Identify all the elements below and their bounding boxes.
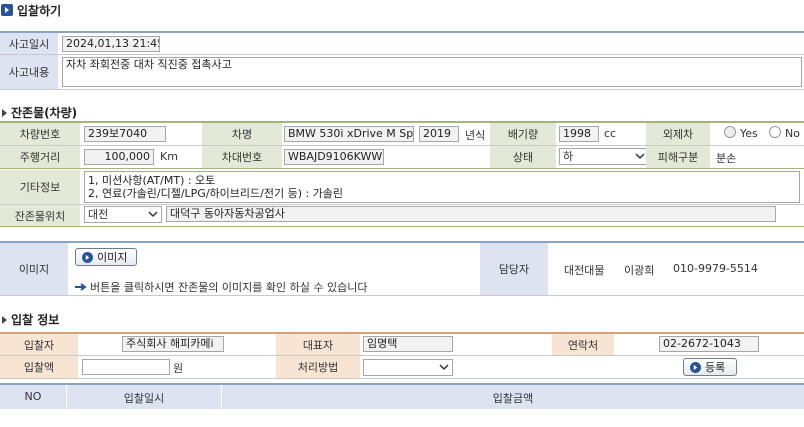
page-header: 입찰하기 [0,0,804,24]
mileage-unit: Km [160,150,178,163]
page-title: 입찰하기 [17,4,62,18]
displacement-field[interactable]: 1998 [559,126,599,142]
image-button[interactable]: 이미지 [75,248,137,266]
accident-date-label: 사고일시 [0,33,58,54]
manager-phone: 010-9979-5514 [673,262,758,275]
car-no-field[interactable]: 239보7040 [84,126,166,142]
etc-info-label: 기타정보 [0,170,80,204]
mileage-field[interactable]: 100,000 [84,149,154,165]
location-region-select[interactable]: 대전 [84,206,162,223]
bid-section-title: 입찰 정보 [2,311,59,328]
foreign-no-radio[interactable] [769,126,781,138]
accident-content-textarea[interactable]: 자차 좌회전중 대차 직진중 접촉사고 [62,57,802,87]
pointing-hand-icon [75,283,87,291]
chevron-down-icon [635,153,645,160]
manager-label: 담당자 [480,243,548,295]
etc-info-textarea[interactable]: 1, 미션사항(AT/MT) : 오토 2, 연료(가솔린/디젤/LPG/하이브… [84,171,800,203]
column-header-bid-date: 입찰일시 [123,392,165,405]
chevron-down-icon [148,211,158,218]
foreign-no-label: No [785,127,800,140]
column-header-bid-amount: 입찰금액 [492,392,534,405]
bid-table-header: NO 입찰일시 입찰금액 [0,383,804,409]
status-select[interactable]: 하 [559,148,649,165]
manager-org: 대전대물 [564,264,605,277]
representative-field[interactable]: 임명택 [363,336,453,352]
amount-label: 입찰액 [0,356,78,378]
car-no-label: 차량번호 [0,123,80,145]
damage-type-value: 분손 [716,152,737,165]
image-label: 이미지 [0,243,68,295]
section-arrow-icon [2,108,7,117]
car-name-field[interactable]: BMW 530i xDrive M Sp [284,126,414,142]
arrow-right-icon [82,251,93,263]
representative-label: 대표자 [276,334,360,355]
foreign-yes-radio[interactable] [724,126,736,138]
displacement-label: 배기량 [490,123,556,145]
manager-name: 이광희 [624,264,655,277]
location-label: 잔존물위치 [0,205,80,226]
status-label: 상태 [490,146,556,168]
method-label: 처리방법 [276,356,360,378]
contact-label: 연락처 [552,334,614,355]
remains-section-title: 잔존물(차량) [2,104,77,121]
bidder-label: 입찰자 [0,334,78,355]
displacement-unit: cc [604,127,617,140]
car-name-label: 차명 [202,123,282,145]
accident-content-label: 사고내용 [0,55,58,89]
bidder-field[interactable]: 주식회사 해피카메i [122,336,224,352]
accident-date-field[interactable]: 2024,01,13 21:45 [62,36,160,52]
mileage-label: 주행거리 [0,146,80,168]
arrow-right-icon [690,361,701,373]
amount-unit: 원 [173,362,184,375]
amount-input[interactable] [82,359,170,375]
chevron-down-icon [439,364,449,371]
vin-field[interactable]: WBAJD9106KWW• [284,149,384,165]
year-unit: 년식 [465,129,486,142]
car-year-field[interactable]: 2019 [419,126,459,142]
damage-type-label: 피해구분 [646,146,710,168]
register-button[interactable]: 등록 [683,358,737,376]
header-arrow-icon [1,4,13,16]
method-select[interactable] [363,359,453,376]
contact-field[interactable]: 02-2672-1043 [659,336,759,352]
column-header-no: NO [24,390,42,403]
image-hint: 버튼을 클릭하시면 잔존물의 이미지를 확인 하실 수 있습니다 [75,279,367,295]
foreign-car-label: 외제차 [646,123,710,145]
foreign-yes-label: Yes [740,127,758,140]
location-detail-field[interactable]: 대덕구 동아자동차공업사 [166,206,776,222]
section-arrow-icon [2,315,7,324]
vin-label: 차대번호 [202,146,282,168]
